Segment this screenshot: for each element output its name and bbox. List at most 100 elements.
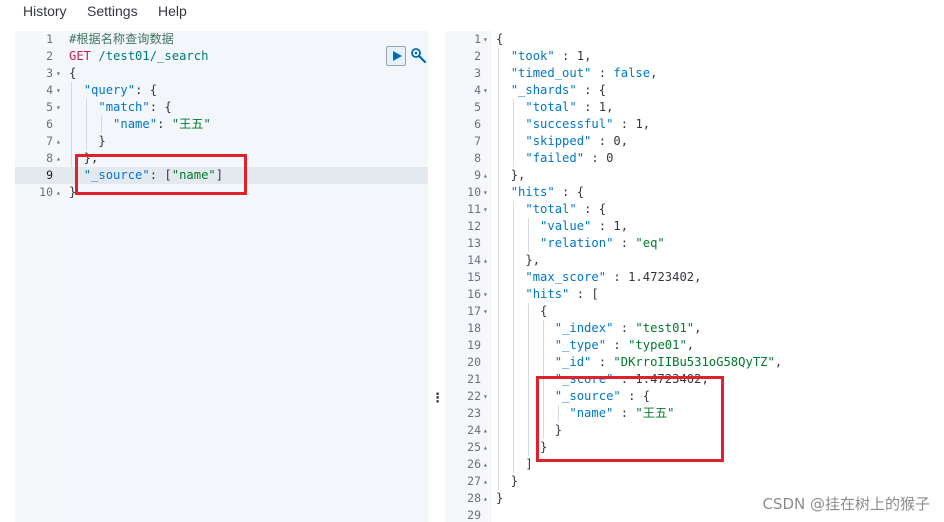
fold-end-icon[interactable]: ▴ (483, 439, 488, 456)
fold-end-icon[interactable]: ▴ (56, 150, 61, 167)
code-text: { (496, 32, 504, 46)
code-text: { (540, 304, 548, 318)
fold-collapse-icon[interactable]: ▾ (56, 65, 61, 82)
line-number: 24 (467, 423, 481, 437)
response-line: 16 ▾ "hits" : [ (445, 286, 944, 303)
request-line[interactable]: 2 GET /test01/_search (15, 48, 428, 65)
request-line[interactable]: 3 ▾ { (15, 65, 428, 82)
fold-end-icon[interactable]: ▴ (483, 167, 488, 184)
response-line: 14 ▴ }, (445, 252, 944, 269)
code-text: #根据名称查询数据 (69, 32, 174, 46)
code-text: "hits" : { (510, 185, 585, 199)
fold-collapse-icon[interactable]: ▾ (56, 82, 61, 99)
request-line[interactable]: 4 ▾ "query": { (15, 82, 428, 99)
line-number: 26 (467, 457, 481, 471)
request-line[interactable]: 6 "name": "王五" (15, 116, 428, 133)
line-number: 15 (467, 270, 481, 284)
line-number: 10 (39, 185, 53, 199)
line-number: 7 (474, 134, 481, 148)
response-line: 5 "total" : 1, (445, 99, 944, 116)
line-number: 3 (474, 66, 481, 80)
fold-collapse-icon[interactable]: ▾ (483, 82, 488, 99)
code-text: ] (525, 457, 533, 471)
line-number: 17 (467, 304, 481, 318)
watermark: CSDN @挂在树上的猴子 (762, 495, 930, 513)
fold-collapse-icon[interactable]: ▾ (483, 388, 488, 405)
code-text: { (69, 66, 77, 80)
line-number: 22 (467, 389, 481, 403)
request-editor[interactable]: 1 #根据名称查询数据 2 GET /test01/_search 3 ▾{4 ▾ "que… (15, 31, 428, 522)
fold-end-icon[interactable]: ▴ (56, 133, 61, 150)
line-number: 2 (474, 49, 481, 63)
response-line: 12 "value" : 1, (445, 218, 944, 235)
menu-settings[interactable]: Settings (87, 3, 138, 19)
line-number: 11 (467, 202, 481, 216)
request-line[interactable]: 5 ▾ "match": { (15, 99, 428, 116)
request-line[interactable]: 1 #根据名称查询数据 (15, 31, 428, 48)
line-number: 8 (474, 151, 481, 165)
run-request-button[interactable] (386, 46, 406, 66)
line-number: 5 (474, 100, 481, 114)
line-number: 10 (467, 185, 481, 199)
response-line: 2 "took" : 1, (445, 48, 944, 65)
fold-end-icon[interactable]: ▴ (483, 456, 488, 473)
code-text: } (510, 474, 519, 488)
request-line[interactable]: 7 ▴ } (15, 133, 428, 150)
code-text: "_shards" : { (510, 83, 607, 97)
line-number: 21 (467, 372, 481, 386)
indent-guide (101, 116, 102, 133)
line-number: 3 (46, 66, 53, 80)
fold-end-icon[interactable]: ▴ (483, 473, 488, 490)
response-line: 15 "max_score" : 1.4723402, (445, 269, 944, 286)
fold-end-icon[interactable]: ▴ (483, 490, 488, 507)
line-number: 7 (46, 134, 53, 148)
line-number: 19 (467, 338, 481, 352)
line-number: 8 (46, 151, 53, 165)
indent-guide (528, 218, 529, 252)
request-source-highlight (75, 154, 247, 195)
code-text: "timed_out" : false, (510, 66, 658, 80)
fold-collapse-icon[interactable]: ▾ (483, 303, 488, 320)
fold-collapse-icon[interactable]: ▾ (483, 201, 488, 218)
indent-guide (498, 48, 499, 490)
code-text: } (496, 491, 504, 505)
code-text: }, (510, 168, 526, 182)
line-number: 27 (467, 474, 481, 488)
fold-end-icon[interactable]: ▴ (56, 184, 61, 201)
response-line: 8 "failed" : 0 (445, 150, 944, 167)
wrench-icon[interactable] (410, 47, 428, 65)
response-line: 13 "relation" : "eq" (445, 235, 944, 252)
response-line: 9 ▴ }, (445, 167, 944, 184)
line-number: 12 (467, 219, 481, 233)
line-number: 29 (467, 508, 481, 522)
response-line: 7 "skipped" : 0, (445, 133, 944, 150)
fold-collapse-icon[interactable]: ▾ (483, 184, 488, 201)
line-number: 13 (467, 236, 481, 250)
line-number: 4 (46, 83, 53, 97)
code-text: "_id" : "DKrroIIBu531oG58QyTZ", (554, 355, 783, 369)
line-number: 9 (474, 168, 481, 182)
menu-help[interactable]: Help (158, 3, 187, 19)
code-text: }, (525, 253, 541, 267)
line-number: 4 (474, 83, 481, 97)
code-text: GET /test01/_search (69, 49, 209, 63)
response-line: 19 "_type" : "type01", (445, 337, 944, 354)
line-number: 6 (46, 117, 53, 131)
response-line: 11 ▾ "total" : { (445, 201, 944, 218)
code-text: } (98, 134, 106, 148)
line-number: 25 (467, 440, 481, 454)
fold-end-icon[interactable]: ▴ (483, 252, 488, 269)
menu-history[interactable]: History (23, 3, 67, 19)
code-text: "relation" : "eq" (540, 236, 665, 250)
fold-collapse-icon[interactable]: ▾ (483, 31, 488, 48)
fold-collapse-icon[interactable]: ▾ (483, 286, 488, 303)
pane-resize-handle[interactable]: ⋮ (431, 392, 444, 406)
code-text: "value" : 1, (540, 219, 629, 233)
indent-guide (86, 99, 87, 150)
fold-end-icon[interactable]: ▴ (483, 422, 488, 439)
response-line: 3 "timed_out" : false, (445, 65, 944, 82)
fold-collapse-icon[interactable]: ▾ (56, 99, 61, 116)
line-number: 1 (46, 32, 53, 46)
response-line: 17 ▾ { (445, 303, 944, 320)
response-line: 6 "successful" : 1, (445, 116, 944, 133)
